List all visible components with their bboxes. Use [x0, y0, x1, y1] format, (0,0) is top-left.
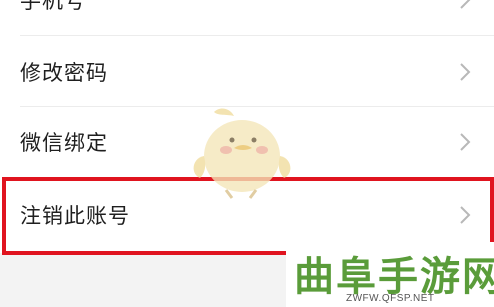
chevron-right-icon	[460, 206, 471, 224]
divider	[20, 35, 494, 36]
menu-item-change-password[interactable]: 修改密码	[0, 37, 494, 107]
menu-item-label: 注销此账号	[20, 204, 130, 228]
chevron-right-icon	[460, 0, 471, 9]
menu-item-label: 修改密码	[20, 61, 108, 85]
chevron-right-icon	[460, 133, 471, 151]
watermark-url: ZWFW.QFSP.NET	[346, 293, 435, 304]
menu-item-label: 微信绑定	[20, 131, 108, 155]
watermark: 曲阜手游网 ZWFW.QFSP.NET	[286, 242, 494, 307]
chick-mascot-icon	[193, 108, 291, 199]
chevron-right-icon	[460, 63, 471, 81]
menu-item-label: 手机号	[20, 0, 86, 13]
menu-item-phone-number[interactable]: 手机号	[0, 0, 494, 35]
